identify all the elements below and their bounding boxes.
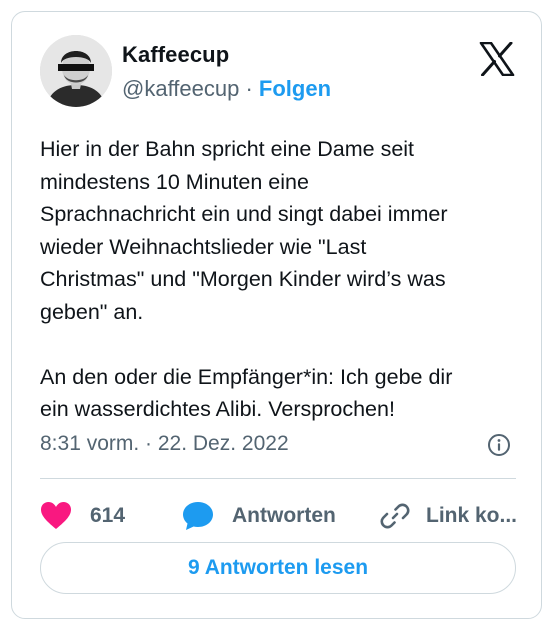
like-count: 614 bbox=[90, 504, 126, 527]
like-button[interactable]: 614 bbox=[40, 494, 125, 538]
author-handle[interactable]: @kaffeecup bbox=[122, 76, 239, 101]
tweet-card: Kaffeecup @kaffeecup · Folgen Hier in de… bbox=[11, 11, 542, 619]
copy-link-label: Link ko... bbox=[426, 504, 518, 527]
follow-button[interactable]: Folgen bbox=[259, 76, 331, 101]
reply-label: Antworten bbox=[232, 504, 336, 527]
separator-dot: · bbox=[239, 76, 259, 101]
copy-link-button[interactable]: Link ko... bbox=[380, 494, 517, 538]
reply-bubble-icon bbox=[182, 501, 214, 531]
avatar[interactable] bbox=[40, 35, 112, 107]
link-icon bbox=[380, 501, 410, 531]
read-replies-button[interactable]: 9 Antworten lesen bbox=[40, 542, 516, 594]
author-handle-row: @kaffeecup · Folgen bbox=[122, 76, 331, 102]
tweet-text: Hier in der Bahn spricht eine Dame seit … bbox=[40, 137, 453, 421]
x-logo-icon[interactable] bbox=[479, 41, 515, 77]
reply-button[interactable]: Antworten bbox=[182, 494, 336, 538]
action-bar: 614 Antworten Link ko... bbox=[40, 494, 517, 538]
divider bbox=[40, 478, 516, 479]
info-icon[interactable] bbox=[487, 433, 511, 457]
author-name[interactable]: Kaffeecup bbox=[122, 42, 229, 68]
heart-icon bbox=[40, 501, 72, 531]
tweet-timestamp[interactable]: 8:31 vorm. · 22. Dez. 2022 bbox=[40, 432, 289, 456]
